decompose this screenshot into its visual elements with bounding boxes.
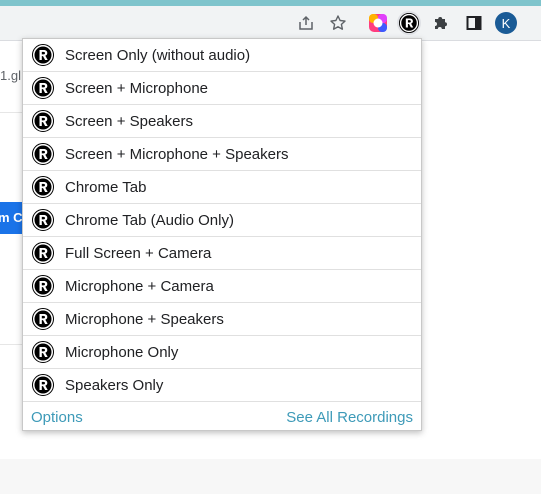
menu-item[interactable]: Microphone Only bbox=[23, 336, 421, 369]
recorder-logo-icon bbox=[32, 374, 54, 396]
recorder-logo-icon bbox=[32, 176, 54, 198]
menu-item[interactable]: Screen + Microphone + Speakers bbox=[23, 138, 421, 171]
menu-item[interactable]: Chrome Tab bbox=[23, 171, 421, 204]
recorder-logo-icon bbox=[32, 275, 54, 297]
menu-item-label: Chrome Tab bbox=[65, 178, 147, 196]
menu-item[interactable]: Microphone + Speakers bbox=[23, 303, 421, 336]
page-footer-area bbox=[0, 459, 541, 494]
menu-item[interactable]: Chrome Tab (Audio Only) bbox=[23, 204, 421, 237]
avatar: K bbox=[495, 12, 517, 34]
menu-item-label: Full Screen + Camera bbox=[65, 244, 212, 262]
options-link[interactable]: Options bbox=[31, 409, 83, 426]
menu-item[interactable]: Microphone + Camera bbox=[23, 270, 421, 303]
menu-item[interactable]: Screen Only (without audio) bbox=[23, 39, 421, 72]
menu-item[interactable]: Screen + Speakers bbox=[23, 105, 421, 138]
profile-avatar-button[interactable]: K bbox=[494, 11, 518, 35]
menu-item[interactable]: Screen + Microphone bbox=[23, 72, 421, 105]
menu-item-label: Screen + Microphone bbox=[65, 79, 208, 97]
recorder-logo-icon bbox=[32, 110, 54, 132]
browser-toolbar: K bbox=[0, 6, 541, 41]
recording-mode-list: Screen Only (without audio) Screen + Micr… bbox=[23, 39, 421, 402]
recorder-logo-icon bbox=[32, 308, 54, 330]
popup-footer: Options See All Recordings bbox=[23, 402, 421, 432]
menu-item-label: Microphone + Camera bbox=[65, 277, 214, 295]
menu-item-label: Microphone + Speakers bbox=[65, 310, 224, 328]
extensions-puzzle-icon[interactable] bbox=[429, 11, 453, 35]
page-url-fragment: 1.gl bbox=[0, 68, 21, 83]
menu-item-label: Screen + Speakers bbox=[65, 112, 193, 130]
menu-item[interactable]: Full Screen + Camera bbox=[23, 237, 421, 270]
recorder-logo-icon bbox=[32, 44, 54, 66]
star-icon[interactable] bbox=[326, 11, 350, 35]
menu-item-label: Microphone Only bbox=[65, 343, 179, 361]
recorder-popup-menu: Screen Only (without audio) Screen + Micr… bbox=[22, 38, 422, 431]
side-panel-icon[interactable] bbox=[462, 11, 486, 35]
menu-item-label: Screen Only (without audio) bbox=[65, 46, 251, 64]
menu-item-label: Screen + Microphone + Speakers bbox=[65, 145, 289, 163]
menu-item-label: Speakers Only bbox=[65, 376, 164, 394]
share-icon[interactable] bbox=[294, 11, 318, 35]
recorder-logo-icon bbox=[32, 341, 54, 363]
recorder-extension-icon[interactable] bbox=[397, 11, 421, 35]
menu-item[interactable]: Speakers Only bbox=[23, 369, 421, 402]
recorder-logo-icon bbox=[32, 77, 54, 99]
recorder-logo-icon bbox=[32, 242, 54, 264]
color-extension-icon[interactable] bbox=[366, 11, 390, 35]
recorder-logo-icon bbox=[32, 143, 54, 165]
menu-item-label: Chrome Tab (Audio Only) bbox=[65, 211, 234, 229]
see-all-recordings-link[interactable]: See All Recordings bbox=[286, 409, 413, 426]
recorder-logo-icon bbox=[32, 209, 54, 231]
